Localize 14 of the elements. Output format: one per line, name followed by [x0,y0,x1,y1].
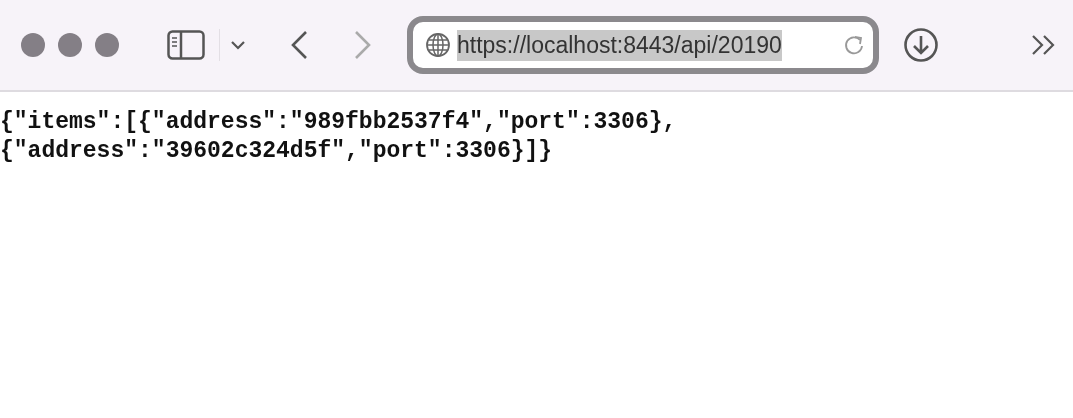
reload-icon[interactable] [843,34,865,56]
url-text: https://localhost:8443/api/20190 [457,29,782,61]
back-icon[interactable] [290,30,308,60]
download-icon[interactable] [903,27,939,63]
address-bar[interactable]: https://localhost:8443/api/20190 [407,16,879,74]
zoom-button[interactable] [95,33,119,57]
chevron-down-icon[interactable] [230,40,246,50]
close-button[interactable] [21,33,45,57]
minimize-button[interactable] [58,33,82,57]
globe-icon [425,32,451,58]
json-text: {"items":[{"address":"989fbb2537f4","port":3306}, [0,108,677,137]
chevrons-right-icon[interactable] [1031,34,1057,56]
sidebar-icon[interactable] [167,30,205,60]
json-text: {"address":"39602c324d5f","port":3306}]} [0,137,553,166]
